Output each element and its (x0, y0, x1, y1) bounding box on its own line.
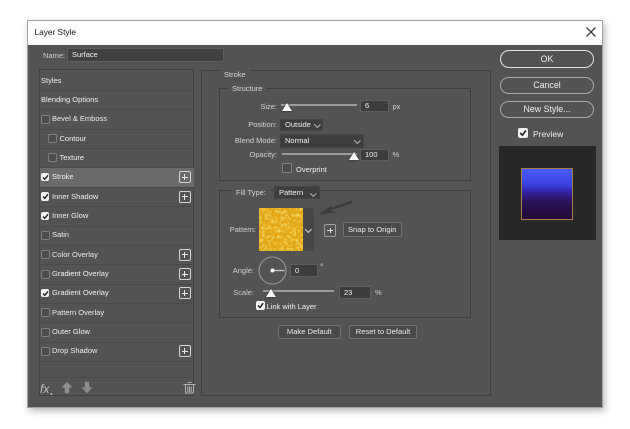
svg-text:fx: fx (40, 382, 50, 396)
